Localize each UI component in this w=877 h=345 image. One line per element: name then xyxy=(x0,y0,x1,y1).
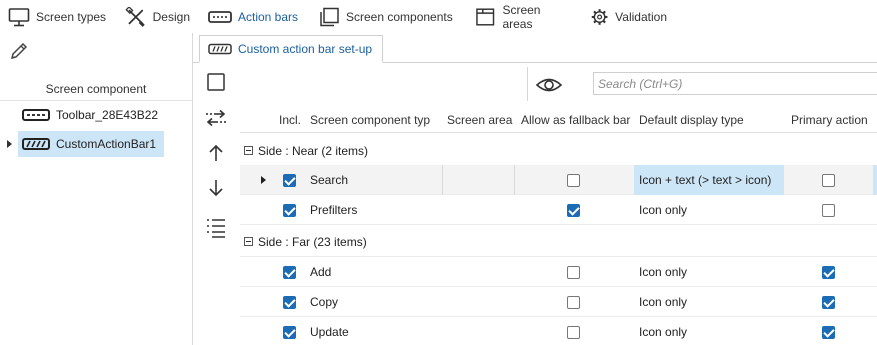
column-header-primary-action[interactable]: Primary action xyxy=(791,113,868,127)
tree-item-toolbar[interactable]: Toolbar_28E43B22 xyxy=(0,102,192,128)
tree-item-label: CustomActionBar1 xyxy=(56,137,157,151)
list-icon xyxy=(207,219,225,238)
display-type-cell[interactable]: Icon only xyxy=(639,295,687,309)
component-type-cell: Prefilters xyxy=(310,203,358,217)
screen-component-header: Screen component xyxy=(0,77,192,101)
toolbar-icon xyxy=(22,109,50,121)
table-row[interactable]: Update Icon only xyxy=(240,317,877,345)
swap-side-button[interactable] xyxy=(201,104,231,132)
visibility-eye-icon[interactable] xyxy=(535,73,563,100)
include-checkbox[interactable] xyxy=(283,203,296,217)
display-type-cell[interactable]: Icon + text (> text > icon) xyxy=(639,173,771,187)
primary-action-checkbox[interactable] xyxy=(822,173,835,187)
screen-components-icon xyxy=(320,7,339,26)
search-input[interactable] xyxy=(593,72,877,95)
tab-label: Action bars xyxy=(238,9,299,24)
column-header-fallback[interactable]: Allow as fallback bar xyxy=(521,113,630,127)
tree-item-custom-action-bar[interactable]: CustomActionBar1 xyxy=(0,131,192,157)
move-down-button[interactable] xyxy=(201,174,231,202)
collapse-icon[interactable] xyxy=(244,237,253,246)
row-edge xyxy=(873,165,877,195)
fallback-checkbox[interactable] xyxy=(567,173,580,187)
ordered-list-button[interactable] xyxy=(201,214,231,242)
custom-action-bar-icon xyxy=(208,43,232,54)
component-type-cell: Copy xyxy=(310,295,339,309)
arrow-up-icon xyxy=(209,144,223,161)
tab-label: Validation xyxy=(615,9,667,24)
top-tab-bar: Screen types Design Action bars Screen c… xyxy=(0,0,877,33)
column-header-display-type[interactable]: Default display type xyxy=(639,113,744,127)
table-row[interactable]: Copy Icon only xyxy=(240,287,877,317)
select-all-checkbox-button[interactable] xyxy=(201,68,231,96)
table-row[interactable]: Add Icon only xyxy=(240,257,877,287)
action-grid: Incl. Screen component typ Screen area A… xyxy=(240,105,877,345)
validation-gear-icon xyxy=(591,8,608,25)
custom-action-bar-icon xyxy=(22,138,50,150)
arrow-down-icon xyxy=(209,180,223,197)
table-row[interactable]: Prefilters Icon only xyxy=(240,195,877,225)
move-up-button[interactable] xyxy=(201,139,231,167)
fallback-checkbox[interactable] xyxy=(567,295,580,309)
display-type-cell[interactable]: Icon only xyxy=(639,325,687,339)
primary-action-checkbox[interactable] xyxy=(822,295,835,309)
tab-screen-types[interactable]: Screen types xyxy=(0,0,117,33)
group-label: Side : Near (2 items) xyxy=(258,143,369,158)
include-checkbox[interactable] xyxy=(283,265,296,279)
fallback-checkbox[interactable] xyxy=(567,325,580,339)
group-row-near[interactable]: Side : Near (2 items) xyxy=(240,136,877,166)
tab-validation[interactable]: Validation xyxy=(582,0,677,33)
collapse-icon[interactable] xyxy=(244,146,253,155)
column-header-component-type[interactable]: Screen component typ xyxy=(310,113,430,127)
group-row-far[interactable]: Side : Far (23 items) xyxy=(240,227,877,257)
component-type-cell: Add xyxy=(310,265,332,279)
screen-areas-icon xyxy=(476,7,495,26)
monitor-icon xyxy=(8,7,30,26)
grid-header: Incl. Screen component typ Screen area A… xyxy=(240,105,877,133)
tab-label: Design xyxy=(152,9,190,24)
fallback-checkbox[interactable] xyxy=(567,265,580,279)
display-type-cell[interactable]: Icon only xyxy=(639,203,687,217)
tab-design[interactable]: Design xyxy=(117,0,200,33)
primary-action-checkbox[interactable] xyxy=(822,203,835,217)
tree-item-label: Toolbar_28E43B22 xyxy=(56,108,159,122)
edit-pencil-icon[interactable] xyxy=(8,40,30,65)
component-type-cell: Search xyxy=(310,173,349,187)
include-checkbox[interactable] xyxy=(283,173,296,187)
tab-label: Screen types xyxy=(36,9,107,24)
include-checkbox[interactable] xyxy=(283,295,296,309)
screen-area-cell[interactable] xyxy=(443,165,515,195)
group-label: Side : Far (23 items) xyxy=(258,234,367,249)
fallback-checkbox[interactable] xyxy=(567,203,580,217)
tab-label: Custom action bar set-up xyxy=(238,41,373,56)
swap-arrows-icon xyxy=(206,109,226,127)
table-row[interactable]: Search Icon + text (> text > icon) xyxy=(240,165,877,195)
component-type-cell: Update xyxy=(310,325,349,339)
action-bar-icon xyxy=(208,10,232,23)
checkbox-square-icon xyxy=(207,73,225,91)
current-row-indicator-icon xyxy=(260,165,267,195)
primary-action-checkbox[interactable] xyxy=(822,265,835,279)
tab-screen-areas[interactable]: Screen areas xyxy=(467,0,582,33)
column-header-screen-area[interactable]: Screen area xyxy=(447,113,512,127)
design-tools-icon xyxy=(125,6,145,27)
tab-label: Screen components xyxy=(346,9,453,24)
expand-arrow-icon[interactable] xyxy=(0,139,18,149)
primary-action-checkbox[interactable] xyxy=(822,325,835,339)
tab-screen-components[interactable]: Screen components xyxy=(310,0,467,33)
include-checkbox[interactable] xyxy=(283,325,296,339)
tab-custom-action-bar-setup[interactable]: Custom action bar set-up xyxy=(199,35,383,63)
display-type-cell[interactable]: Icon only xyxy=(639,265,687,279)
tab-label: Screen areas xyxy=(502,2,541,31)
toolbar-separator xyxy=(527,67,528,101)
tab-action-bars[interactable]: Action bars xyxy=(200,0,310,33)
screen-component-panel: Screen component Toolbar_28E43B22 Custom… xyxy=(0,33,193,345)
column-header-included[interactable]: Incl. xyxy=(279,113,301,127)
